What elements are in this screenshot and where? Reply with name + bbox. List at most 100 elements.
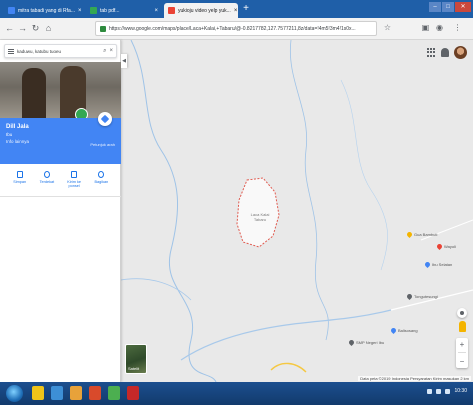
taskbar-app-icon[interactable] [51, 386, 63, 400]
back-button[interactable]: ← [4, 22, 15, 34]
river-line [340, 79, 388, 271]
collapse-panel-button[interactable]: ◀ [121, 54, 127, 68]
share-button[interactable]: Bagikan [91, 171, 111, 184]
system-tray: 10:30 [427, 388, 467, 394]
poi-label: Tongutesungi [414, 294, 438, 299]
search-box[interactable]: kaduwu, katubu tuoeu ⌕ × [4, 44, 117, 58]
tab-favicon-icon [8, 7, 15, 14]
map-account-bar [427, 46, 467, 59]
place-type: Ibu [6, 132, 13, 137]
map-poi[interactable]: Ibu Selatan [423, 260, 452, 269]
road-line [270, 362, 307, 373]
search-icon[interactable]: ⌕ [103, 48, 106, 55]
close-icon[interactable]: × [234, 8, 238, 14]
browser-tab-active[interactable]: yukioju video yelp yuk... × [164, 3, 238, 18]
road-line [420, 219, 473, 241]
map-poi[interactable]: Wayoli [435, 242, 456, 251]
browser-tab[interactable]: tab pdf... × [86, 3, 162, 18]
tab-title: yukioju video yelp yuk... [178, 7, 231, 14]
map-poi[interactable]: Gua Bambuti [405, 230, 438, 239]
map-canvas[interactable]: Laca Kalai Tabaru Gua Bambuti Wayoli Ibu… [121, 40, 473, 382]
search-input[interactable]: kaduwu, katubu tuoeu [17, 49, 100, 54]
layers-label: Satelit [128, 366, 140, 371]
save-button[interactable]: Simpan [10, 171, 30, 184]
bookmark-icon [16, 171, 23, 178]
place-title: Dill Jala [6, 124, 29, 130]
map-poi[interactable]: Tongutesungi [405, 292, 438, 301]
map-layer [121, 40, 473, 382]
poi-label: Gua Bambuti [414, 232, 438, 237]
minimize-button[interactable]: – [429, 2, 441, 12]
maximize-button[interactable]: □ [442, 2, 454, 12]
taskbar-app-icon[interactable] [32, 386, 44, 400]
close-icon[interactable]: × [154, 8, 158, 14]
taskbar-app-icon[interactable] [127, 386, 139, 400]
volume-icon[interactable] [445, 388, 451, 394]
taskbar-app-icon[interactable] [89, 386, 101, 400]
poi-label: SMP Negeri Ibu [356, 340, 385, 345]
river-line [180, 309, 392, 361]
reload-button[interactable]: ↻ [30, 22, 41, 34]
window-controls: – □ ✕ [429, 2, 471, 12]
address-bar[interactable]: https://www.google.com/maps/place/Laca+K… [95, 21, 377, 36]
apps-grid-icon[interactable] [427, 48, 436, 57]
browser-toolbar: ← → ↻ ⌂ https://www.google.com/maps/plac… [0, 18, 473, 40]
directions-button[interactable] [98, 112, 112, 126]
my-location-icon[interactable] [457, 308, 467, 318]
close-icon[interactable]: × [109, 48, 113, 54]
photo-figure [22, 68, 46, 118]
close-icon[interactable]: × [78, 8, 82, 14]
map-poi[interactable]: Balisosang [389, 326, 418, 335]
taskbar-app-icon[interactable] [70, 386, 82, 400]
place-photo[interactable] [0, 62, 121, 118]
start-button[interactable] [6, 385, 23, 402]
map-poi[interactable]: SMP Negeri Ibu [347, 338, 385, 347]
taskbar-apps [32, 386, 139, 400]
new-tab-button[interactable]: + [240, 3, 252, 15]
place-actions: Simpan Terdekat Kirim ke ponsel Bagikan [0, 168, 121, 194]
star-icon[interactable]: ☆ [382, 22, 393, 34]
send-to-phone-button[interactable]: Kirim ke ponsel [64, 171, 84, 188]
area-label: Laca Kalai Tabaru [250, 212, 270, 222]
layers-toggle[interactable]: Satelit [125, 344, 147, 374]
action-label: Kirim ke ponsel [67, 180, 81, 188]
avatar[interactable] [454, 46, 467, 59]
tab-title: tab pdf... [100, 7, 120, 14]
poi-label: Balisosang [398, 328, 418, 333]
browser-tab-strip: mitra tabadi yang di Rfa... × tab pdf...… [0, 0, 473, 18]
nearby-icon [43, 171, 50, 178]
divider [458, 352, 466, 354]
phone-icon [71, 171, 78, 178]
system-clock[interactable]: 10:30 [454, 388, 467, 394]
forward-button[interactable]: → [17, 22, 28, 34]
road-line [390, 289, 473, 311]
divider [0, 196, 121, 197]
action-label: Bagikan [94, 180, 109, 184]
poi-pin-icon [347, 338, 356, 347]
directions-label: Petunjuk arah [90, 142, 115, 147]
window-close-button[interactable]: ✕ [455, 2, 471, 12]
extension-icon[interactable]: ◉ [434, 22, 445, 34]
lock-icon [100, 25, 106, 32]
network-icon[interactable] [436, 388, 442, 394]
river-line [121, 278, 192, 301]
place-side-panel: kaduwu, katubu tuoeu ⌕ × Dill Jala Ibu I… [0, 40, 121, 382]
taskbar-app-icon[interactable] [108, 386, 120, 400]
zoom-out-button[interactable]: − [460, 357, 465, 366]
share-icon [98, 171, 105, 178]
action-label: Terdekat [39, 180, 55, 184]
directions-icon [100, 114, 110, 124]
extension-icon[interactable]: ▣ [420, 22, 431, 34]
nearby-button[interactable]: Terdekat [37, 171, 57, 184]
notifications-icon[interactable] [441, 48, 449, 57]
street-view-pegman-icon[interactable] [459, 321, 466, 332]
zoom-in-button[interactable]: + [460, 340, 465, 349]
tab-title: mitra tabadi yang di Rfa... [18, 7, 75, 14]
home-button[interactable]: ⌂ [43, 22, 54, 34]
poi-pin-icon [423, 260, 432, 269]
browser-menu-icon[interactable]: ⋮ [452, 22, 463, 34]
browser-tab[interactable]: mitra tabadi yang di Rfa... × [4, 3, 84, 18]
menu-icon[interactable] [8, 48, 14, 54]
poi-pin-icon [389, 326, 398, 335]
tray-icon[interactable] [427, 388, 433, 394]
